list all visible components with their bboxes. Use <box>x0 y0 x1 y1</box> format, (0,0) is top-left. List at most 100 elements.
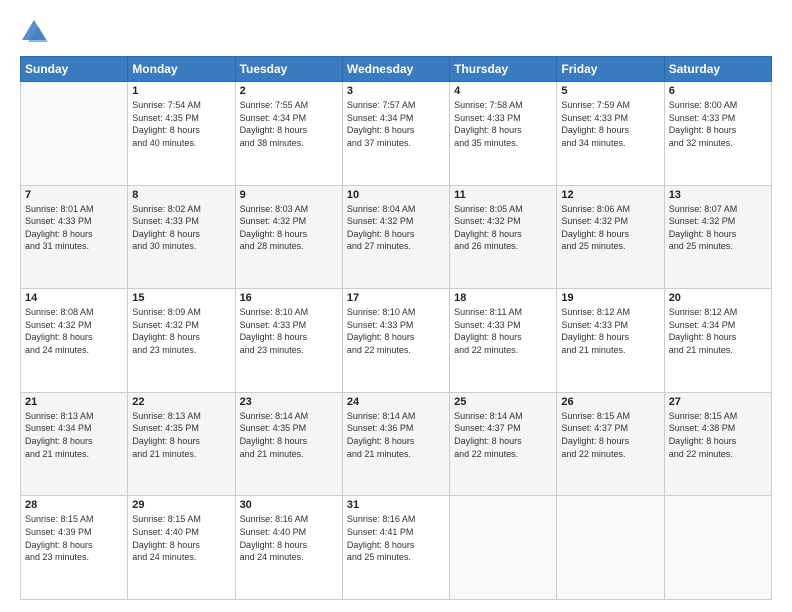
day-info: Sunrise: 8:13 AMSunset: 4:34 PMDaylight:… <box>25 410 123 460</box>
calendar-cell: 25 Sunrise: 8:14 AMSunset: 4:37 PMDayligh… <box>450 392 557 496</box>
calendar-cell <box>21 82 128 186</box>
day-number: 21 <box>25 396 123 408</box>
day-number: 24 <box>347 396 445 408</box>
calendar-cell <box>664 496 771 600</box>
calendar-cell: 2 Sunrise: 7:55 AMSunset: 4:34 PMDaylight… <box>235 82 342 186</box>
calendar-cell: 3 Sunrise: 7:57 AMSunset: 4:34 PMDaylight… <box>342 82 449 186</box>
calendar-cell: 30 Sunrise: 8:16 AMSunset: 4:40 PMDayligh… <box>235 496 342 600</box>
day-number: 2 <box>240 85 338 97</box>
day-number: 27 <box>669 396 767 408</box>
day-info: Sunrise: 8:09 AMSunset: 4:32 PMDaylight:… <box>132 306 230 356</box>
day-info: Sunrise: 8:10 AMSunset: 4:33 PMDaylight:… <box>347 306 445 356</box>
day-number: 17 <box>347 292 445 304</box>
day-info: Sunrise: 8:14 AMSunset: 4:36 PMDaylight:… <box>347 410 445 460</box>
calendar-cell: 10 Sunrise: 8:04 AMSunset: 4:32 PMDayligh… <box>342 185 449 289</box>
weekday-header: Saturday <box>664 57 771 82</box>
day-info: Sunrise: 8:05 AMSunset: 4:32 PMDaylight:… <box>454 203 552 253</box>
calendar-cell: 13 Sunrise: 8:07 AMSunset: 4:32 PMDayligh… <box>664 185 771 289</box>
day-info: Sunrise: 7:58 AMSunset: 4:33 PMDaylight:… <box>454 99 552 149</box>
day-info: Sunrise: 8:14 AMSunset: 4:37 PMDaylight:… <box>454 410 552 460</box>
day-info: Sunrise: 8:04 AMSunset: 4:32 PMDaylight:… <box>347 203 445 253</box>
weekday-header: Monday <box>128 57 235 82</box>
day-info: Sunrise: 8:15 AMSunset: 4:40 PMDaylight:… <box>132 513 230 563</box>
day-info: Sunrise: 8:06 AMSunset: 4:32 PMDaylight:… <box>561 203 659 253</box>
day-number: 5 <box>561 85 659 97</box>
day-number: 19 <box>561 292 659 304</box>
calendar-cell: 27 Sunrise: 8:15 AMSunset: 4:38 PMDayligh… <box>664 392 771 496</box>
day-info: Sunrise: 8:03 AMSunset: 4:32 PMDaylight:… <box>240 203 338 253</box>
day-number: 15 <box>132 292 230 304</box>
day-number: 31 <box>347 499 445 511</box>
calendar-cell: 12Sunrise: 8:06 AMSunset: 4:32 PMDayligh… <box>557 185 664 289</box>
day-number: 16 <box>240 292 338 304</box>
day-info: Sunrise: 8:15 AMSunset: 4:37 PMDaylight:… <box>561 410 659 460</box>
logo <box>20 18 52 46</box>
day-info: Sunrise: 7:59 AMSunset: 4:33 PMDaylight:… <box>561 99 659 149</box>
day-number: 8 <box>132 189 230 201</box>
calendar-cell: 5 Sunrise: 7:59 AMSunset: 4:33 PMDaylight… <box>557 82 664 186</box>
calendar-cell: 17 Sunrise: 8:10 AMSunset: 4:33 PMDayligh… <box>342 289 449 393</box>
day-info: Sunrise: 8:16 AMSunset: 4:41 PMDaylight:… <box>347 513 445 563</box>
calendar-cell: 7 Sunrise: 8:01 AMSunset: 4:33 PMDaylight… <box>21 185 128 289</box>
day-number: 1 <box>132 85 230 97</box>
day-number: 25 <box>454 396 552 408</box>
day-number: 3 <box>347 85 445 97</box>
weekday-header: Friday <box>557 57 664 82</box>
day-info: Sunrise: 7:57 AMSunset: 4:34 PMDaylight:… <box>347 99 445 149</box>
day-number: 18 <box>454 292 552 304</box>
calendar-cell <box>557 496 664 600</box>
day-info: Sunrise: 8:00 AMSunset: 4:33 PMDaylight:… <box>669 99 767 149</box>
calendar-cell: 20 Sunrise: 8:12 AMSunset: 4:34 PMDayligh… <box>664 289 771 393</box>
day-info: Sunrise: 8:14 AMSunset: 4:35 PMDaylight:… <box>240 410 338 460</box>
day-number: 22 <box>132 396 230 408</box>
day-number: 7 <box>25 189 123 201</box>
page: SundayMondayTuesdayWednesdayThursdayFrid… <box>0 0 792 612</box>
calendar-cell: 9 Sunrise: 8:03 AMSunset: 4:32 PMDaylight… <box>235 185 342 289</box>
calendar-cell <box>450 496 557 600</box>
day-number: 9 <box>240 189 338 201</box>
day-info: Sunrise: 8:10 AMSunset: 4:33 PMDaylight:… <box>240 306 338 356</box>
day-info: Sunrise: 8:01 AMSunset: 4:33 PMDaylight:… <box>25 203 123 253</box>
day-number: 30 <box>240 499 338 511</box>
calendar-cell: 11 Sunrise: 8:05 AMSunset: 4:32 PMDayligh… <box>450 185 557 289</box>
day-info: Sunrise: 8:13 AMSunset: 4:35 PMDaylight:… <box>132 410 230 460</box>
day-info: Sunrise: 8:11 AMSunset: 4:33 PMDaylight:… <box>454 306 552 356</box>
weekday-header: Wednesday <box>342 57 449 82</box>
day-info: Sunrise: 8:02 AMSunset: 4:33 PMDaylight:… <box>132 203 230 253</box>
logo-icon <box>20 18 48 46</box>
day-info: Sunrise: 8:12 AMSunset: 4:34 PMDaylight:… <box>669 306 767 356</box>
calendar-cell: 21 Sunrise: 8:13 AMSunset: 4:34 PMDayligh… <box>21 392 128 496</box>
day-number: 26 <box>561 396 659 408</box>
day-info: Sunrise: 8:15 AMSunset: 4:38 PMDaylight:… <box>669 410 767 460</box>
calendar-table: SundayMondayTuesdayWednesdayThursdayFrid… <box>20 56 772 600</box>
calendar-cell: 28 Sunrise: 8:15 AMSunset: 4:39 PMDayligh… <box>21 496 128 600</box>
calendar-cell: 24 Sunrise: 8:14 AMSunset: 4:36 PMDayligh… <box>342 392 449 496</box>
weekday-header: Tuesday <box>235 57 342 82</box>
day-number: 13 <box>669 189 767 201</box>
day-number: 6 <box>669 85 767 97</box>
calendar-cell: 23 Sunrise: 8:14 AMSunset: 4:35 PMDayligh… <box>235 392 342 496</box>
calendar-cell: 6 Sunrise: 8:00 AMSunset: 4:33 PMDaylight… <box>664 82 771 186</box>
day-info: Sunrise: 7:54 AMSunset: 4:35 PMDaylight:… <box>132 99 230 149</box>
calendar-cell: 22 Sunrise: 8:13 AMSunset: 4:35 PMDayligh… <box>128 392 235 496</box>
calendar-cell: 14Sunrise: 8:08 AMSunset: 4:32 PMDayligh… <box>21 289 128 393</box>
calendar-cell: 26 Sunrise: 8:15 AMSunset: 4:37 PMDayligh… <box>557 392 664 496</box>
day-info: Sunrise: 8:15 AMSunset: 4:39 PMDaylight:… <box>25 513 123 563</box>
calendar-cell: 19 Sunrise: 8:12 AMSunset: 4:33 PMDayligh… <box>557 289 664 393</box>
day-number: 20 <box>669 292 767 304</box>
day-info: Sunrise: 8:07 AMSunset: 4:32 PMDaylight:… <box>669 203 767 253</box>
day-number: 4 <box>454 85 552 97</box>
day-number: 14 <box>25 292 123 304</box>
day-number: 28 <box>25 499 123 511</box>
day-number: 29 <box>132 499 230 511</box>
calendar-cell: 15 Sunrise: 8:09 AMSunset: 4:32 PMDayligh… <box>128 289 235 393</box>
day-number: 11 <box>454 189 552 201</box>
calendar-cell: 29 Sunrise: 8:15 AMSunset: 4:40 PMDayligh… <box>128 496 235 600</box>
day-info: Sunrise: 7:55 AMSunset: 4:34 PMDaylight:… <box>240 99 338 149</box>
calendar-cell: 4 Sunrise: 7:58 AMSunset: 4:33 PMDaylight… <box>450 82 557 186</box>
day-number: 23 <box>240 396 338 408</box>
day-info: Sunrise: 8:16 AMSunset: 4:40 PMDaylight:… <box>240 513 338 563</box>
day-info: Sunrise: 8:12 AMSunset: 4:33 PMDaylight:… <box>561 306 659 356</box>
day-number: 10 <box>347 189 445 201</box>
weekday-header: Thursday <box>450 57 557 82</box>
